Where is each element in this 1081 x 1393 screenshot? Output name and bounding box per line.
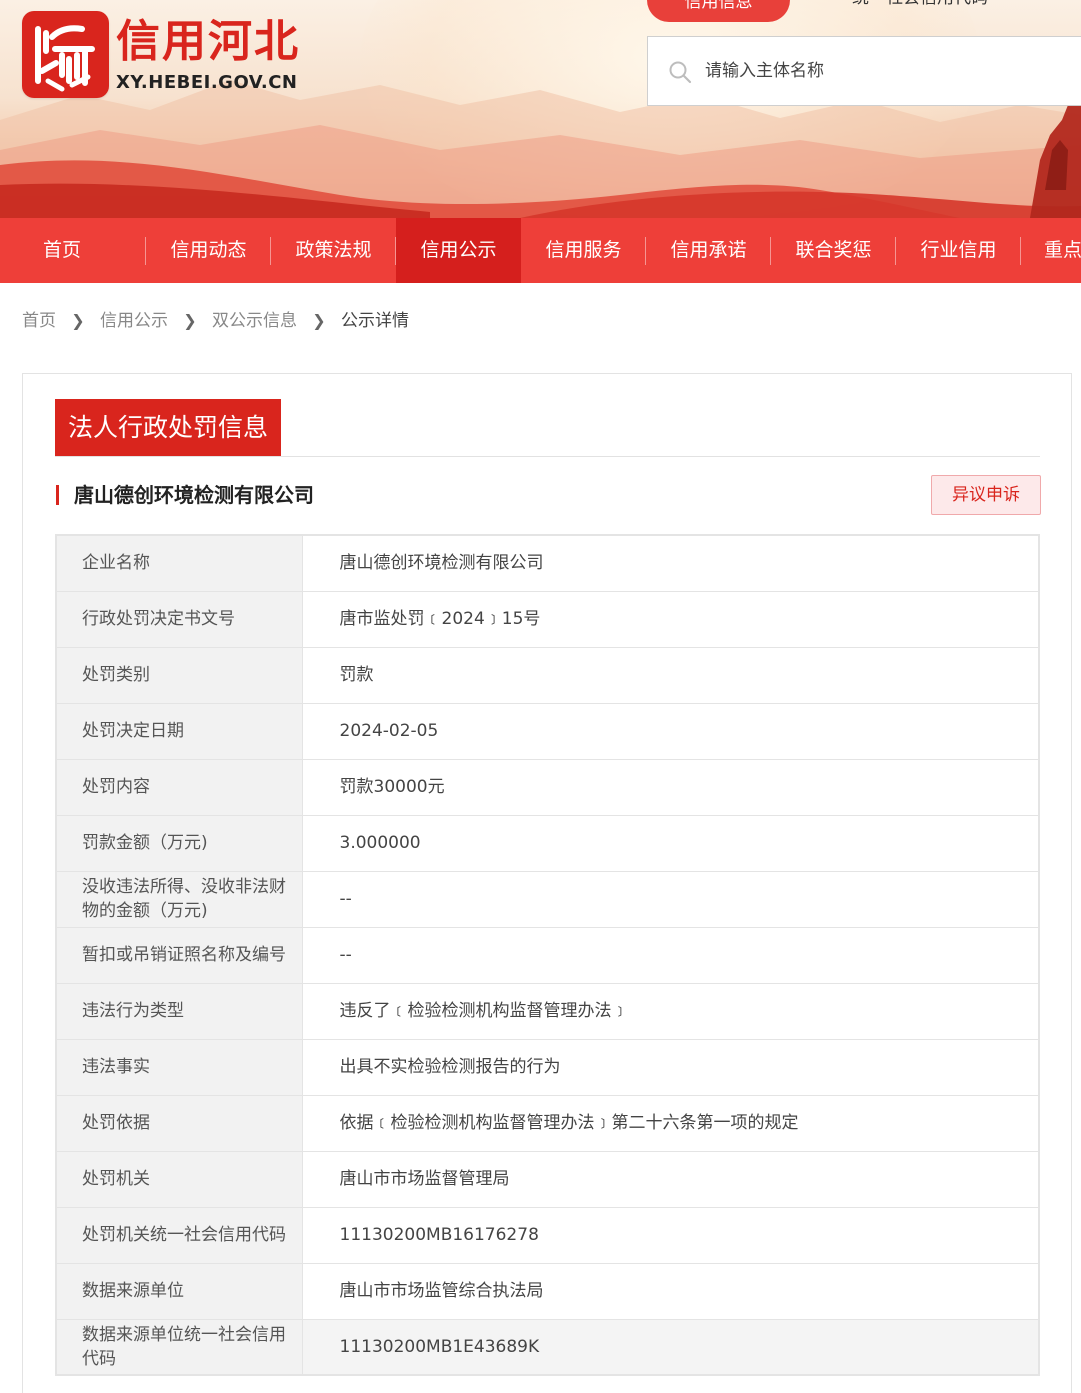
table-row: 处罚机关统一社会信用代码 11130200MB16176278 bbox=[55, 1206, 1040, 1264]
row-label: 违法行为类型 bbox=[55, 982, 303, 1040]
breadcrumb-home[interactable]: 首页 bbox=[22, 311, 56, 331]
table-row: 违法事实 出具不实检验检测报告的行为 bbox=[55, 1038, 1040, 1096]
row-value: 唐山德创环境检测有限公司 bbox=[301, 534, 1040, 592]
table-row: 暂扣或吊销证照名称及编号 -- bbox=[55, 926, 1040, 984]
row-value: 11130200MB1E43689K bbox=[301, 1318, 1040, 1376]
row-value: 出具不实检验检测报告的行为 bbox=[301, 1038, 1040, 1096]
row-label: 处罚内容 bbox=[55, 758, 303, 816]
row-value: 罚款30000元 bbox=[301, 758, 1040, 816]
nav-item-label: 行业信用 bbox=[920, 239, 997, 261]
top-link-text[interactable]: 统一社会信用代码 bbox=[852, 0, 988, 8]
nav-item-joint-rewards[interactable]: 联合奖惩 bbox=[771, 218, 896, 283]
nav-item-credit-news[interactable]: 信用动态 bbox=[146, 218, 271, 283]
nav-item-credit-services[interactable]: 信用服务 bbox=[521, 218, 646, 283]
row-label: 处罚机关统一社会信用代码 bbox=[55, 1206, 303, 1264]
chevron-right-icon: ❯ bbox=[312, 311, 326, 330]
row-value: -- bbox=[301, 926, 1040, 984]
chevron-right-icon: ❯ bbox=[71, 311, 85, 330]
row-label: 处罚机关 bbox=[55, 1150, 303, 1208]
detail-panel: 法人行政处罚信息 唐山德创环境检测有限公司 异议申诉 企业名称 唐山德创环境检测有… bbox=[22, 373, 1072, 1393]
row-label: 违法事实 bbox=[55, 1038, 303, 1096]
row-value: 唐市监处罚﹝2024﹞15号 bbox=[301, 590, 1040, 648]
top-links[interactable]: 统一社会信用代码 bbox=[852, 0, 1006, 9]
table-row: 罚款金额（万元) 3.000000 bbox=[55, 814, 1040, 872]
row-value: 罚款 bbox=[301, 646, 1040, 704]
search-icon[interactable] bbox=[668, 60, 692, 84]
nav-item-home[interactable]: 首页 bbox=[0, 218, 146, 283]
nav-item-label: 信用动态 bbox=[170, 239, 247, 261]
nav-item-industry-credit[interactable]: 行业信用 bbox=[896, 218, 1021, 283]
chevron-right-icon: ❯ bbox=[183, 311, 197, 330]
row-value: 11130200MB16176278 bbox=[301, 1206, 1040, 1264]
row-label: 数据来源单位 bbox=[55, 1262, 303, 1320]
row-value: 违反了﹝检验检测机构监督管理办法﹞ bbox=[301, 982, 1040, 1040]
top-tab-credit-info[interactable]: 信用信息 bbox=[647, 0, 790, 22]
row-label: 没收违法所得、没收非法财物的金额（万元) bbox=[55, 870, 303, 928]
nav-item-label: 首页 bbox=[42, 239, 81, 261]
top-tab-label: 信用信息 bbox=[684, 0, 753, 12]
nav-item-label: 信用承诺 bbox=[670, 239, 747, 261]
breadcrumb: 首页 ❯ 信用公示 ❯ 双公示信息 ❯ 公示详情 bbox=[22, 309, 409, 333]
site-url: XY.HEBEI.GOV.CN bbox=[116, 72, 298, 93]
nav-item-label: 政策法规 bbox=[295, 239, 372, 261]
logo-emblem-icon bbox=[35, 25, 95, 92]
site-title: 信用河北 bbox=[116, 16, 300, 67]
row-label: 处罚类别 bbox=[55, 646, 303, 704]
table-row: 企业名称 唐山德创环境检测有限公司 bbox=[55, 534, 1040, 592]
row-label: 处罚依据 bbox=[55, 1094, 303, 1152]
main-nav: 首页 信用动态 政策法规 信用公示 信用服务 信用承诺 联合奖惩 行业信用 重点 bbox=[0, 218, 1081, 283]
header-banner: 信用河北 XY.HEBEI.GOV.CN 信用信息 统一社会信用代码 bbox=[0, 0, 1081, 218]
row-value: 2024-02-05 bbox=[301, 702, 1040, 760]
nav-item-label: 信用服务 bbox=[545, 239, 622, 261]
nav-item-credit-publicity[interactable]: 信用公示 bbox=[396, 218, 521, 283]
section-title: 法人行政处罚信息 bbox=[55, 399, 282, 456]
company-marker bbox=[56, 485, 59, 505]
site-logo[interactable] bbox=[22, 11, 109, 98]
breadcrumb-current: 公示详情 bbox=[341, 311, 409, 331]
row-label: 行政处罚决定书文号 bbox=[55, 590, 303, 648]
row-label: 暂扣或吊销证照名称及编号 bbox=[55, 926, 303, 984]
search-input[interactable] bbox=[705, 55, 1065, 87]
nav-item-key[interactable]: 重点 bbox=[1021, 218, 1081, 283]
table-row: 处罚决定日期 2024-02-05 bbox=[55, 702, 1040, 760]
nav-item-label: 信用公示 bbox=[420, 239, 497, 261]
table-row: 违法行为类型 违反了﹝检验检测机构监督管理办法﹞ bbox=[55, 982, 1040, 1040]
table-row: 处罚内容 罚款30000元 bbox=[55, 758, 1040, 816]
table-row: 处罚依据 依据﹝检验检测机构监督管理办法﹞第二十六条第一项的规定 bbox=[55, 1094, 1040, 1152]
breadcrumb-credit-publicity[interactable]: 信用公示 bbox=[100, 311, 168, 331]
row-label: 罚款金额（万元) bbox=[55, 814, 303, 872]
table-row: 行政处罚决定书文号 唐市监处罚﹝2024﹞15号 bbox=[55, 590, 1040, 648]
row-label: 处罚决定日期 bbox=[55, 702, 303, 760]
nav-item-label: 重点 bbox=[1044, 239, 1081, 261]
row-value: 唐山市市场监管综合执法局 bbox=[301, 1262, 1040, 1320]
table-row: 没收违法所得、没收非法财物的金额（万元) -- bbox=[55, 870, 1040, 928]
appeal-button[interactable]: 异议申诉 bbox=[931, 475, 1041, 515]
nav-item-policies[interactable]: 政策法规 bbox=[271, 218, 396, 283]
table-row: 处罚类别 罚款 bbox=[55, 646, 1040, 704]
penalty-detail-table: 企业名称 唐山德创环境检测有限公司 行政处罚决定书文号 唐市监处罚﹝2024﹞15号… bbox=[55, 534, 1040, 1376]
table-row: 数据来源单位统一社会信用代码 11130200MB1E43689K bbox=[55, 1318, 1040, 1376]
nav-item-label: 联合奖惩 bbox=[795, 239, 872, 261]
breadcrumb-double-publicity[interactable]: 双公示信息 bbox=[212, 311, 297, 331]
table-row: 数据来源单位 唐山市市场监管综合执法局 bbox=[55, 1262, 1040, 1320]
row-value: 3.000000 bbox=[301, 814, 1040, 872]
nav-item-credit-commitment[interactable]: 信用承诺 bbox=[646, 218, 771, 283]
row-label: 数据来源单位统一社会信用代码 bbox=[55, 1318, 303, 1376]
row-label: 企业名称 bbox=[55, 534, 303, 592]
row-value: -- bbox=[301, 870, 1040, 928]
row-value: 依据﹝检验检测机构监督管理办法﹞第二十六条第一项的规定 bbox=[301, 1094, 1040, 1152]
table-row: 处罚机关 唐山市市场监督管理局 bbox=[55, 1150, 1040, 1208]
search-box bbox=[647, 36, 1081, 106]
company-name: 唐山德创环境检测有限公司 bbox=[74, 483, 314, 507]
title-divider bbox=[55, 456, 1040, 457]
row-value: 唐山市市场监督管理局 bbox=[301, 1150, 1040, 1208]
